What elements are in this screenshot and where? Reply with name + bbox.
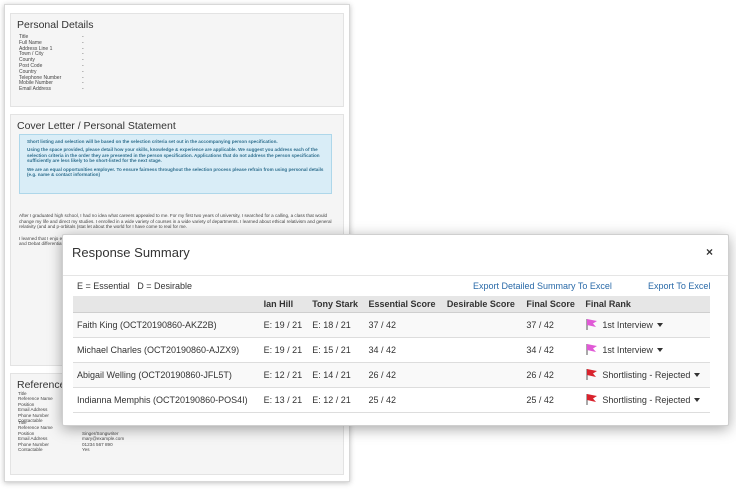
field-value: - bbox=[82, 86, 84, 93]
ian-hill-score: E: 19 / 21 bbox=[259, 337, 309, 363]
reference-row: Contactable Yes bbox=[18, 447, 124, 452]
final-score: 25 / 42 bbox=[522, 387, 582, 413]
candidate-name: Faith King (OCT20190860-AKZ2B) bbox=[73, 312, 260, 338]
cover-letter-title: Cover Letter / Personal Statement bbox=[17, 120, 176, 132]
tony-stark-score: E: 12 / 21 bbox=[308, 387, 365, 413]
flag-icon bbox=[585, 343, 598, 358]
chevron-down-icon[interactable] bbox=[656, 348, 663, 352]
chevron-down-icon[interactable] bbox=[656, 323, 663, 327]
alert-paragraph: We are an equal opportunities employer. … bbox=[27, 166, 324, 178]
essential-score: 37 / 42 bbox=[364, 312, 443, 338]
field-row: Email Address - bbox=[19, 86, 343, 93]
response-summary-modal: Response Summary × E = Essential D = Des… bbox=[62, 234, 729, 426]
column-header bbox=[73, 296, 260, 313]
ian-hill-score: E: 13 / 21 bbox=[259, 387, 309, 413]
final-rank-label: 1st Interview bbox=[602, 319, 653, 330]
column-header: Final Score bbox=[522, 296, 582, 313]
personal-details-title: Personal Details bbox=[17, 19, 94, 31]
cover-paragraph: After I graduated high school, I had no … bbox=[19, 213, 332, 230]
tony-stark-score: E: 14 / 21 bbox=[308, 362, 365, 388]
essential-score: 26 / 42 bbox=[364, 362, 443, 388]
essential-score: 25 / 42 bbox=[364, 387, 443, 413]
column-header: Essential Score bbox=[364, 296, 443, 313]
flag-icon bbox=[585, 393, 598, 408]
field-label: Email Address bbox=[19, 86, 51, 93]
modal-header: Response Summary × bbox=[63, 235, 728, 276]
essential-score: 34 / 42 bbox=[364, 337, 443, 363]
modal-title: Response Summary bbox=[72, 245, 190, 260]
ian-hill-score: E: 12 / 21 bbox=[259, 362, 309, 388]
final-rank-dropdown[interactable]: 1st Interview bbox=[581, 312, 710, 338]
personal-details-panel: Personal Details Title - Full Name - Address… bbox=[10, 13, 344, 107]
chevron-down-icon[interactable] bbox=[694, 373, 701, 377]
score-legend: E = Essential D = Desirable bbox=[77, 281, 193, 291]
candidate-name: Michael Charles (OCT20190860-AJZX9) bbox=[73, 337, 260, 363]
column-header: Tony Stark bbox=[308, 296, 365, 313]
table-row: Indianna Memphis (OCT20190860-POS4I) E: 1… bbox=[73, 387, 710, 413]
column-header: Desirable Score bbox=[442, 296, 523, 313]
flag-icon bbox=[585, 318, 598, 333]
table-row: Michael Charles (OCT20190860-AJZX9) E: 19… bbox=[73, 337, 710, 363]
alert-paragraph: Short listing and selection will be base… bbox=[27, 139, 278, 144]
final-score: 37 / 42 bbox=[522, 312, 582, 338]
selection-info-alert: Short listing and selection will be base… bbox=[19, 134, 332, 194]
chevron-down-icon[interactable] bbox=[694, 398, 701, 402]
alert-paragraph: Using the space provided, please detail … bbox=[27, 147, 320, 164]
ian-hill-score: E: 19 / 21 bbox=[259, 312, 309, 338]
reference-label: Contactable bbox=[18, 447, 43, 453]
desirable-score bbox=[442, 362, 523, 388]
table-row: Abigail Welling (OCT20190860-JFL5T) E: 12… bbox=[73, 362, 710, 388]
personal-details-fields: Title - Full Name - Address Line 1- Town / Ci… bbox=[11, 34, 343, 93]
export-to-excel-link[interactable]: Export To Excel bbox=[648, 281, 710, 291]
candidate-name: Indianna Memphis (OCT20190860-POS4I) bbox=[73, 387, 260, 413]
desirable-score bbox=[442, 312, 523, 338]
candidate-name: Abigail Welling (OCT20190860-JFL5T) bbox=[73, 362, 260, 388]
final-rank-label: Shortlisting - Rejected bbox=[602, 369, 691, 380]
final-score: 34 / 42 bbox=[522, 337, 582, 363]
export-detailed-summary-link[interactable]: Export Detailed Summary To Excel bbox=[473, 281, 612, 291]
final-rank-label: 1st Interview bbox=[602, 344, 653, 355]
tony-stark-score: E: 15 / 21 bbox=[308, 337, 365, 363]
desirable-score bbox=[442, 387, 523, 413]
table-header-row: Ian Hill Tony Stark Essential Score Desirab… bbox=[73, 296, 710, 313]
desirable-score bbox=[442, 337, 523, 363]
final-score: 26 / 42 bbox=[522, 362, 582, 388]
response-summary-table: Ian Hill Tony Stark Essential Score Desirab… bbox=[73, 296, 710, 413]
flag-icon bbox=[585, 368, 598, 383]
column-header: Final Rank bbox=[581, 296, 710, 313]
final-rank-dropdown[interactable]: 1st Interview bbox=[581, 337, 710, 363]
final-rank-dropdown[interactable]: Shortlisting - Rejected bbox=[581, 362, 710, 388]
reference-value: Yes bbox=[82, 447, 90, 453]
tony-stark-score: E: 18 / 21 bbox=[308, 312, 365, 338]
final-rank-dropdown[interactable]: Shortlisting - Rejected bbox=[581, 387, 710, 413]
table-row: Faith King (OCT20190860-AKZ2B) E: 19 / 21… bbox=[73, 312, 710, 338]
column-header: Ian Hill bbox=[259, 296, 309, 313]
close-icon[interactable]: × bbox=[706, 245, 713, 259]
final-rank-label: Shortlisting - Rejected bbox=[602, 394, 691, 405]
